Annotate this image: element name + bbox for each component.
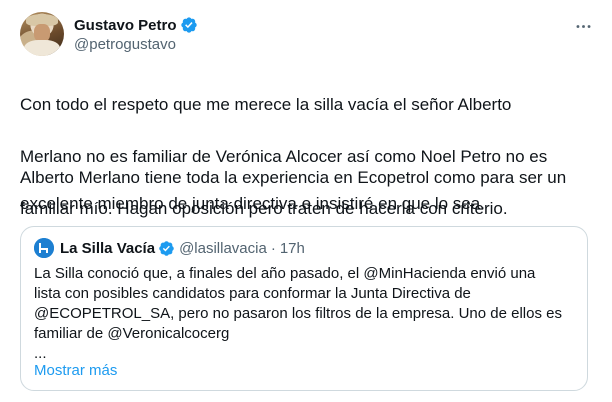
avatar[interactable] [20, 12, 64, 56]
author-handle[interactable]: @petrogustavo [74, 36, 176, 53]
author-name[interactable]: Gustavo Petro [74, 17, 177, 34]
chair-logo-icon [34, 238, 54, 258]
quoted-tweet-header: La Silla Vacía @lasillavacia · 17h [34, 238, 305, 258]
quoted-author-handle[interactable]: @lasillavacia [179, 240, 267, 257]
quoted-author-name[interactable]: La Silla Vacía [60, 240, 155, 257]
quoted-avatar[interactable] [34, 238, 54, 258]
quoted-tweet-text: La Silla conoció que, a finales del año … [34, 264, 574, 364]
separator-dot: · [270, 239, 276, 257]
tweet-text-paragraph-2: Alberto Merlano tiene toda la experienci… [20, 165, 595, 217]
more-options-button[interactable] [571, 14, 595, 38]
quoted-timestamp[interactable]: 17h [280, 240, 305, 257]
verified-badge-icon [158, 240, 175, 257]
quoted-text-line: familiar de @Veronicalcocerg [34, 325, 230, 342]
tweet-header: Gustavo Petro @petrogustavo [20, 12, 595, 56]
quoted-text-line: ... [34, 345, 47, 362]
show-more-link[interactable]: Mostrar más [34, 362, 117, 379]
avatar-shirt [24, 40, 60, 56]
more-horizontal-icon [576, 24, 590, 28]
tweet-text-line: Con todo el respeto que me merece la sil… [20, 95, 512, 114]
tweet-text-line: Alberto Merlano tiene toda la experienci… [20, 168, 567, 187]
quoted-text-line: lista con posibles candidatos para confo… [34, 285, 471, 302]
quoted-text-line: La Silla conoció que, a finales del año … [34, 265, 536, 282]
verified-badge-icon [180, 16, 198, 34]
tweet-text: Con todo el respeto que me merece la sil… [20, 66, 595, 248]
quoted-tweet-card[interactable]: La Silla Vacía @lasillavacia · 17h La Si… [20, 226, 588, 391]
author-name-row: Gustavo Petro [74, 16, 198, 34]
quoted-text-line: @ECOPETROL_SA, pero no pasaron los filtr… [34, 305, 562, 322]
tweet-text-line: excelente miembro de junta directiva e i… [20, 194, 485, 213]
